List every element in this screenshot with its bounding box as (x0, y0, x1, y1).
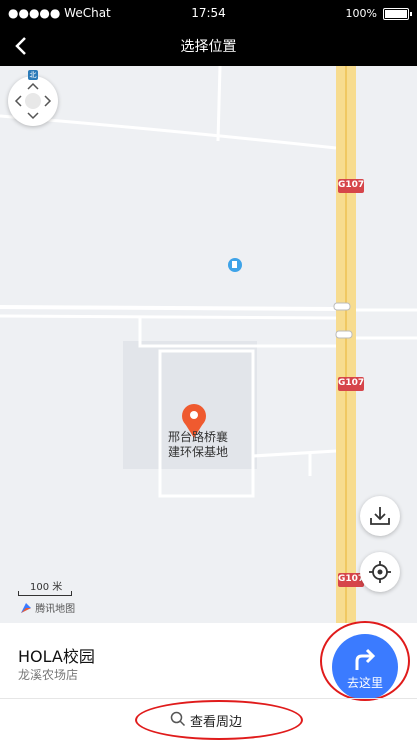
battery-percent: 100% (345, 7, 377, 20)
location-address: 龙溪农场店 (18, 668, 79, 682)
status-bar: ●●●●● WeChat 17:54 100% (0, 0, 417, 26)
annotation-ellipse-nearby (135, 700, 303, 740)
download-icon (370, 507, 390, 525)
battery-icon (383, 8, 412, 20)
tencent-map-logo-icon (21, 603, 31, 613)
annotation-circle-go (320, 621, 410, 701)
download-button[interactable] (360, 496, 400, 536)
page-title: 选择位置 (180, 39, 237, 55)
compass-center (25, 93, 41, 109)
place-name-line2: 建环保基地 (167, 445, 228, 459)
nav-bar: 选择位置 (0, 26, 417, 66)
place-marker-label: 邢台路桥襄 建环保基地 (158, 430, 238, 460)
scale-bar (18, 591, 72, 596)
map-canvas (0, 66, 417, 623)
road-label: G107 (338, 378, 365, 388)
provider-label: 腾讯地图 (35, 604, 76, 615)
crosshair-icon (369, 561, 391, 583)
map-provider: 腾讯地图 (20, 600, 75, 615)
location-name: HOLA校园 (18, 647, 95, 666)
compass-control[interactable]: 北 (8, 70, 58, 126)
map-view[interactable]: G107 G107 G107 北 邢台路桥襄 建环保基地 (0, 66, 417, 623)
place-name-line1: 邢台路桥襄 (167, 430, 228, 444)
road-label: G107 (338, 180, 365, 190)
locate-me-button[interactable] (360, 552, 400, 592)
